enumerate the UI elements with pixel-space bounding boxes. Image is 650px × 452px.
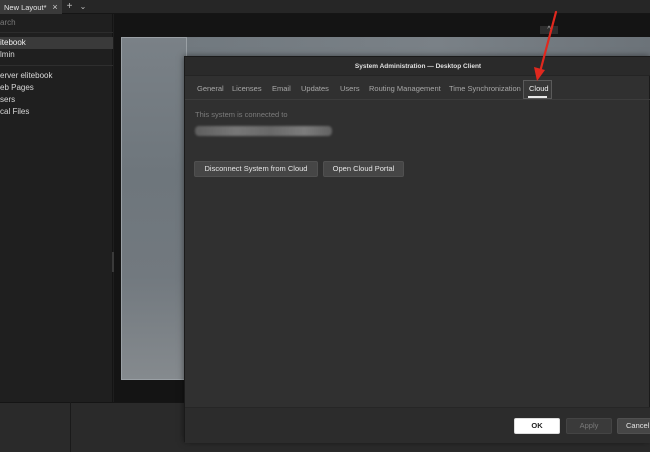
add-tab-icon[interactable]: +: [65, 0, 74, 14]
resource-tree-panel: arch itebook lmin erver elitebook eb Pag…: [0, 14, 113, 402]
chevron-down-icon[interactable]: ⌄: [78, 0, 88, 14]
tab-routing-management[interactable]: Routing Management: [369, 84, 441, 93]
tree-item-server-host[interactable]: itebook: [0, 37, 113, 49]
tab-users[interactable]: Users: [340, 84, 360, 93]
tab-email[interactable]: Email: [272, 84, 291, 93]
search-input[interactable]: arch: [0, 14, 113, 33]
timeline-divider: [70, 402, 71, 452]
layout-tab-title: New Layout*: [4, 2, 47, 12]
tree-divider: [0, 65, 113, 66]
tab-time-synchronization[interactable]: Time Synchronization: [449, 84, 521, 93]
scene-toggle-icon[interactable]: ^: [540, 26, 558, 34]
close-icon[interactable]: ×: [50, 1, 60, 13]
tree-item-server[interactable]: erver elitebook: [0, 70, 113, 82]
dialog-footer: OK Apply Cancel: [185, 407, 650, 443]
tab-updates[interactable]: Updates: [301, 84, 329, 93]
disconnect-cloud-button[interactable]: Disconnect System from Cloud: [194, 161, 318, 177]
tab-cloud-underline: [528, 96, 547, 98]
blurred-email-value: [195, 126, 332, 136]
camera-tile-top: [121, 37, 650, 57]
tab-cloud[interactable]: Cloud: [529, 84, 549, 93]
layout-tab-bar: New Layout* × + ⌄: [0, 0, 650, 14]
open-cloud-portal-button[interactable]: Open Cloud Portal: [323, 161, 404, 177]
connected-label: This system is connected to: [195, 110, 288, 119]
cancel-button[interactable]: Cancel: [617, 418, 650, 434]
ok-button[interactable]: OK: [514, 418, 560, 434]
tab-licenses[interactable]: Licenses: [232, 84, 262, 93]
tree-item-admin[interactable]: lmin: [0, 49, 113, 61]
apply-button[interactable]: Apply: [566, 418, 612, 434]
tab-general[interactable]: General: [197, 84, 224, 93]
tree-item-web-pages[interactable]: eb Pages: [0, 82, 113, 94]
dialog-title: System Administration — Desktop Client: [185, 57, 650, 76]
dialog-tab-bar: General Licenses Email Updates Users Rou…: [185, 77, 650, 100]
tree-item-users[interactable]: sers: [0, 94, 113, 106]
tree-item-local-files[interactable]: cal Files: [0, 106, 113, 118]
system-administration-dialog: System Administration — Desktop Client G…: [184, 56, 650, 443]
camera-tile[interactable]: [121, 37, 187, 380]
